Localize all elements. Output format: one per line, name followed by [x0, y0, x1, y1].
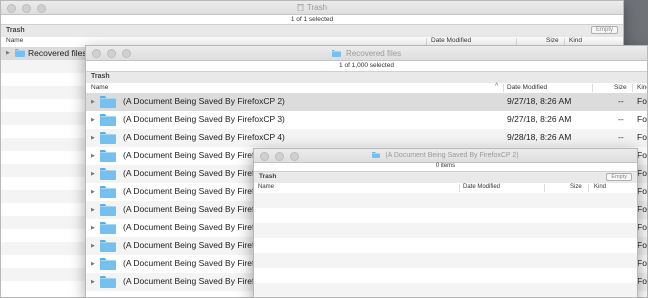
file-size: --: [618, 96, 624, 106]
folder-icon: [100, 222, 116, 234]
trash-icon: [296, 3, 304, 13]
disclosure-triangle-icon[interactable]: ▶: [91, 117, 95, 123]
column-kind[interactable]: Kind: [637, 84, 647, 91]
folder-icon: [100, 96, 116, 108]
empty-file-list: [254, 193, 637, 297]
folder-icon: [100, 204, 116, 216]
column-size[interactable]: Size: [546, 37, 559, 44]
file-name: (A Document Being Saved By Firefo: [123, 204, 260, 214]
trash-titlebar[interactable]: Trash: [1, 1, 623, 15]
window-title-text: (A Document Being Saved By FirefoxCP 2): [385, 152, 519, 159]
file-kind: Fol: [637, 168, 648, 178]
column-name[interactable]: Name: [6, 37, 23, 44]
disclosure-triangle-icon[interactable]: ▶: [91, 99, 95, 105]
date-modified: 9/27/18, 8:26 AM: [507, 96, 572, 106]
path-bar-label: Trash: [6, 27, 25, 34]
file-kind: Fol: [637, 186, 648, 196]
column-name[interactable]: Name: [258, 184, 274, 190]
file-kind: Fol: [637, 114, 648, 124]
status-text: 1 of 1,000 selected: [339, 62, 394, 69]
folder-icon: [100, 258, 116, 270]
folder-icon: [100, 114, 116, 126]
file-name: (A Document Being Saved By Firefo: [123, 150, 260, 160]
file-name: (A Document Being Saved By Firefo: [123, 186, 260, 196]
list-item[interactable]: ▶ (A Document Being Saved By FirefoxCP 4…: [86, 129, 647, 147]
folder-icon: [372, 152, 381, 158]
column-date-modified[interactable]: Date Modified: [507, 84, 547, 91]
status-text: 1 of 1 selected: [290, 16, 334, 23]
folder-icon: [100, 132, 116, 144]
folder-icon: [100, 150, 116, 162]
file-kind: Fol: [637, 132, 648, 142]
file-name: (A Document Being Saved By Firefo: [123, 258, 260, 268]
date-modified: 9/27/18, 8:26 AM: [507, 114, 572, 124]
document-titlebar[interactable]: (A Document Being Saved By FirefoxCP 2): [254, 149, 637, 163]
file-kind: Fol: [637, 276, 648, 286]
file-kind: Fol: [637, 258, 648, 268]
file-name: (A Document Being Saved By FirefoxCP 4): [123, 132, 285, 142]
column-date-modified[interactable]: Date Modified: [431, 37, 471, 44]
empty-button[interactable]: Empty: [590, 26, 618, 34]
disclosure-triangle-icon[interactable]: ▶: [91, 153, 95, 159]
window-title: Trash: [1, 3, 623, 13]
empty-button[interactable]: Empty: [606, 173, 632, 181]
path-bar-label: Trash: [91, 73, 110, 80]
folder-icon: [100, 276, 116, 288]
column-size[interactable]: Size: [570, 184, 582, 190]
file-name: (A Document Being Saved By Firefo: [123, 168, 260, 178]
column-kind[interactable]: Kind: [594, 184, 606, 190]
window-title: (A Document Being Saved By FirefoxCP 2): [254, 152, 637, 159]
file-kind: Fol: [637, 222, 648, 232]
file-size: --: [618, 114, 624, 124]
list-item[interactable]: ▶ (A Document Being Saved By FirefoxCP 2…: [86, 93, 647, 111]
folder-icon: [100, 168, 116, 180]
recovered-titlebar[interactable]: Recovered files: [86, 46, 647, 61]
sort-chevron-up-icon[interactable]: ^: [495, 83, 498, 90]
folder-icon: [15, 49, 25, 57]
disclosure-triangle-icon[interactable]: ▶: [91, 243, 95, 249]
file-name: (A Document Being Saved By FirefoxCP 3): [123, 114, 285, 124]
window-title-text: Trash: [306, 3, 328, 12]
file-name: Recovered files: [28, 48, 87, 58]
file-name: (A Document Being Saved By Firefo: [123, 240, 260, 250]
folder-icon: [100, 240, 116, 252]
file-name: (A Document Being Saved By Firefo: [123, 222, 260, 232]
window-title: Recovered files: [86, 49, 647, 58]
file-name: (A Document Being Saved By FirefoxCP 2): [123, 96, 285, 106]
disclosure-triangle-icon[interactable]: ▶: [91, 261, 95, 267]
file-kind: Fol: [637, 204, 648, 214]
column-size[interactable]: Size: [614, 84, 627, 91]
window-title-text: Recovered files: [346, 49, 402, 58]
disclosure-triangle-icon[interactable]: ▶: [91, 189, 95, 195]
file-size: --: [618, 132, 624, 142]
disclosure-triangle-icon[interactable]: ▶: [91, 279, 95, 285]
column-kind[interactable]: Kind: [569, 37, 582, 44]
date-modified: 9/28/18, 8:26 AM: [507, 132, 572, 142]
status-text: 0 items: [435, 163, 456, 169]
disclosure-triangle-icon[interactable]: ▶: [6, 50, 10, 56]
list-item[interactable]: ▶ (A Document Being Saved By FirefoxCP 3…: [86, 111, 647, 129]
disclosure-triangle-icon[interactable]: ▶: [91, 135, 95, 141]
path-bar: Trash Empty: [1, 24, 623, 38]
file-name: (A Document Being Saved By Firefo: [123, 276, 260, 286]
folder-icon: [331, 50, 341, 57]
disclosure-triangle-icon[interactable]: ▶: [91, 171, 95, 177]
file-kind: Fol: [637, 240, 648, 250]
disclosure-triangle-icon[interactable]: ▶: [91, 225, 95, 231]
disclosure-triangle-icon[interactable]: ▶: [91, 207, 95, 213]
document-folder-window[interactable]: (A Document Being Saved By FirefoxCP 2) …: [253, 148, 638, 298]
column-date-modified[interactable]: Date Modified: [463, 184, 500, 190]
file-kind: Fol: [637, 150, 648, 160]
file-kind: Fol: [637, 96, 648, 106]
path-bar-label: Trash: [259, 173, 277, 180]
folder-icon: [100, 186, 116, 198]
column-name[interactable]: Name: [91, 84, 108, 91]
